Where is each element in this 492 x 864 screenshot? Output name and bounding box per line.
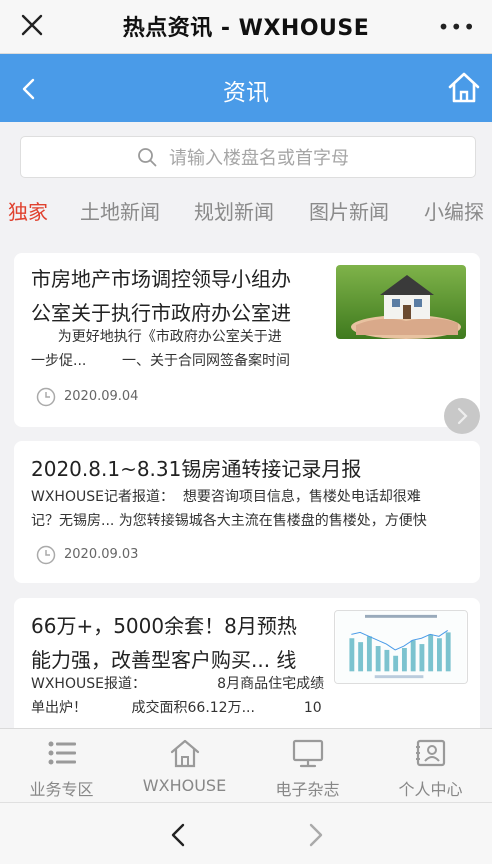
article-summary-line: WXHOUSE记者报道： 想要咨询项目信息，售楼处电话却很难 (31, 489, 421, 505)
home-icon[interactable] (446, 70, 482, 104)
app-header: 资讯 (0, 54, 492, 122)
page-title: 资讯 (223, 80, 269, 106)
tab-editor-visit[interactable]: 小编探 (424, 196, 484, 225)
list-icon (48, 741, 76, 765)
article-title-line: 66万+，5000余套！8月预热 (31, 614, 297, 638)
tab-land-news[interactable]: 土地新闻 (80, 196, 160, 225)
category-tabs: 独家 土地新闻 规划新闻 图片新闻 小编探 (0, 192, 492, 228)
tab-exclusive[interactable]: 独家 (8, 196, 48, 225)
tab-photo-news[interactable]: 图片新闻 (309, 196, 389, 225)
article-summary-line: 记？无锡房... 为您转接锡城各大主流在售楼盘的售楼处，方便快 (31, 513, 427, 529)
back-arrow-icon[interactable] (16, 76, 42, 102)
nav-label: 个人中心 (398, 780, 463, 799)
browser-back-icon[interactable] (168, 823, 190, 847)
browser-forward-icon[interactable] (304, 823, 326, 847)
nav-wxhouse[interactable]: WXHOUSE (123, 729, 246, 803)
close-icon[interactable] (20, 13, 44, 37)
house-in-hand-image (336, 265, 466, 339)
sales-chart-image (334, 610, 468, 684)
article-date: 2020.09.04 (64, 389, 139, 404)
nav-personal-center[interactable]: 个人中心 (369, 729, 492, 803)
article-date: 2020.09.03 (64, 547, 139, 562)
nav-e-magazine[interactable]: 电子杂志 (246, 729, 369, 803)
clock-icon (36, 545, 56, 565)
article-card[interactable]: 66万+，5000余套！8月预热 能力强，改善型客户购买... 线 WXHOUS… (14, 598, 480, 738)
tab-planning-news[interactable]: 规划新闻 (194, 196, 274, 225)
article-summary-line: 单出炉！ 成交面积66.12万... 10 (31, 700, 322, 716)
article-summary-line: 为更好地执行《市政府办公室关于进 (31, 329, 282, 345)
article-title-line: 市房地产市场调控领导小组办 (31, 267, 291, 291)
nav-label: 业务专区 (29, 780, 94, 799)
house-icon (170, 739, 200, 768)
article-card[interactable]: 市房地产市场调控领导小组办 公室关于执行市政府办公室进 为更好地执行《市政府办公… (14, 253, 480, 427)
id-card-icon (416, 739, 446, 767)
article-summary-line: WXHOUSE报道： 8月商品住宅成绩 (31, 676, 325, 692)
search-input[interactable] (169, 143, 459, 173)
nav-label: WXHOUSE (142, 776, 227, 795)
monitor-icon (292, 739, 324, 768)
browser-bottom-bar (0, 802, 492, 864)
nav-label: 电子杂志 (275, 780, 340, 799)
nav-business-zone[interactable]: 业务专区 (0, 729, 123, 803)
scroll-handle[interactable] (444, 398, 480, 434)
search-box[interactable] (20, 136, 476, 178)
article-card[interactable]: 2020.8.1~8.31锡房通转接记录月报 WXHOUSE记者报道： 想要咨询… (14, 441, 480, 583)
bottom-nav: 业务专区 WXHOUSE 电子杂志 个人中心 (0, 728, 492, 802)
article-title-line: 2020.8.1~8.31锡房通转接记录月报 (31, 457, 362, 481)
browser-title: 热点资讯 - WXHOUSE (122, 16, 370, 41)
more-icon[interactable]: ••• (438, 17, 476, 37)
article-summary-line: 一步促... 一、关于合同网签备案时间 (31, 353, 290, 369)
clock-icon (36, 387, 56, 407)
chevron-right-icon (457, 407, 468, 425)
browser-top-bar: 热点资讯 - WXHOUSE ••• (0, 0, 492, 54)
search-icon (138, 148, 157, 167)
